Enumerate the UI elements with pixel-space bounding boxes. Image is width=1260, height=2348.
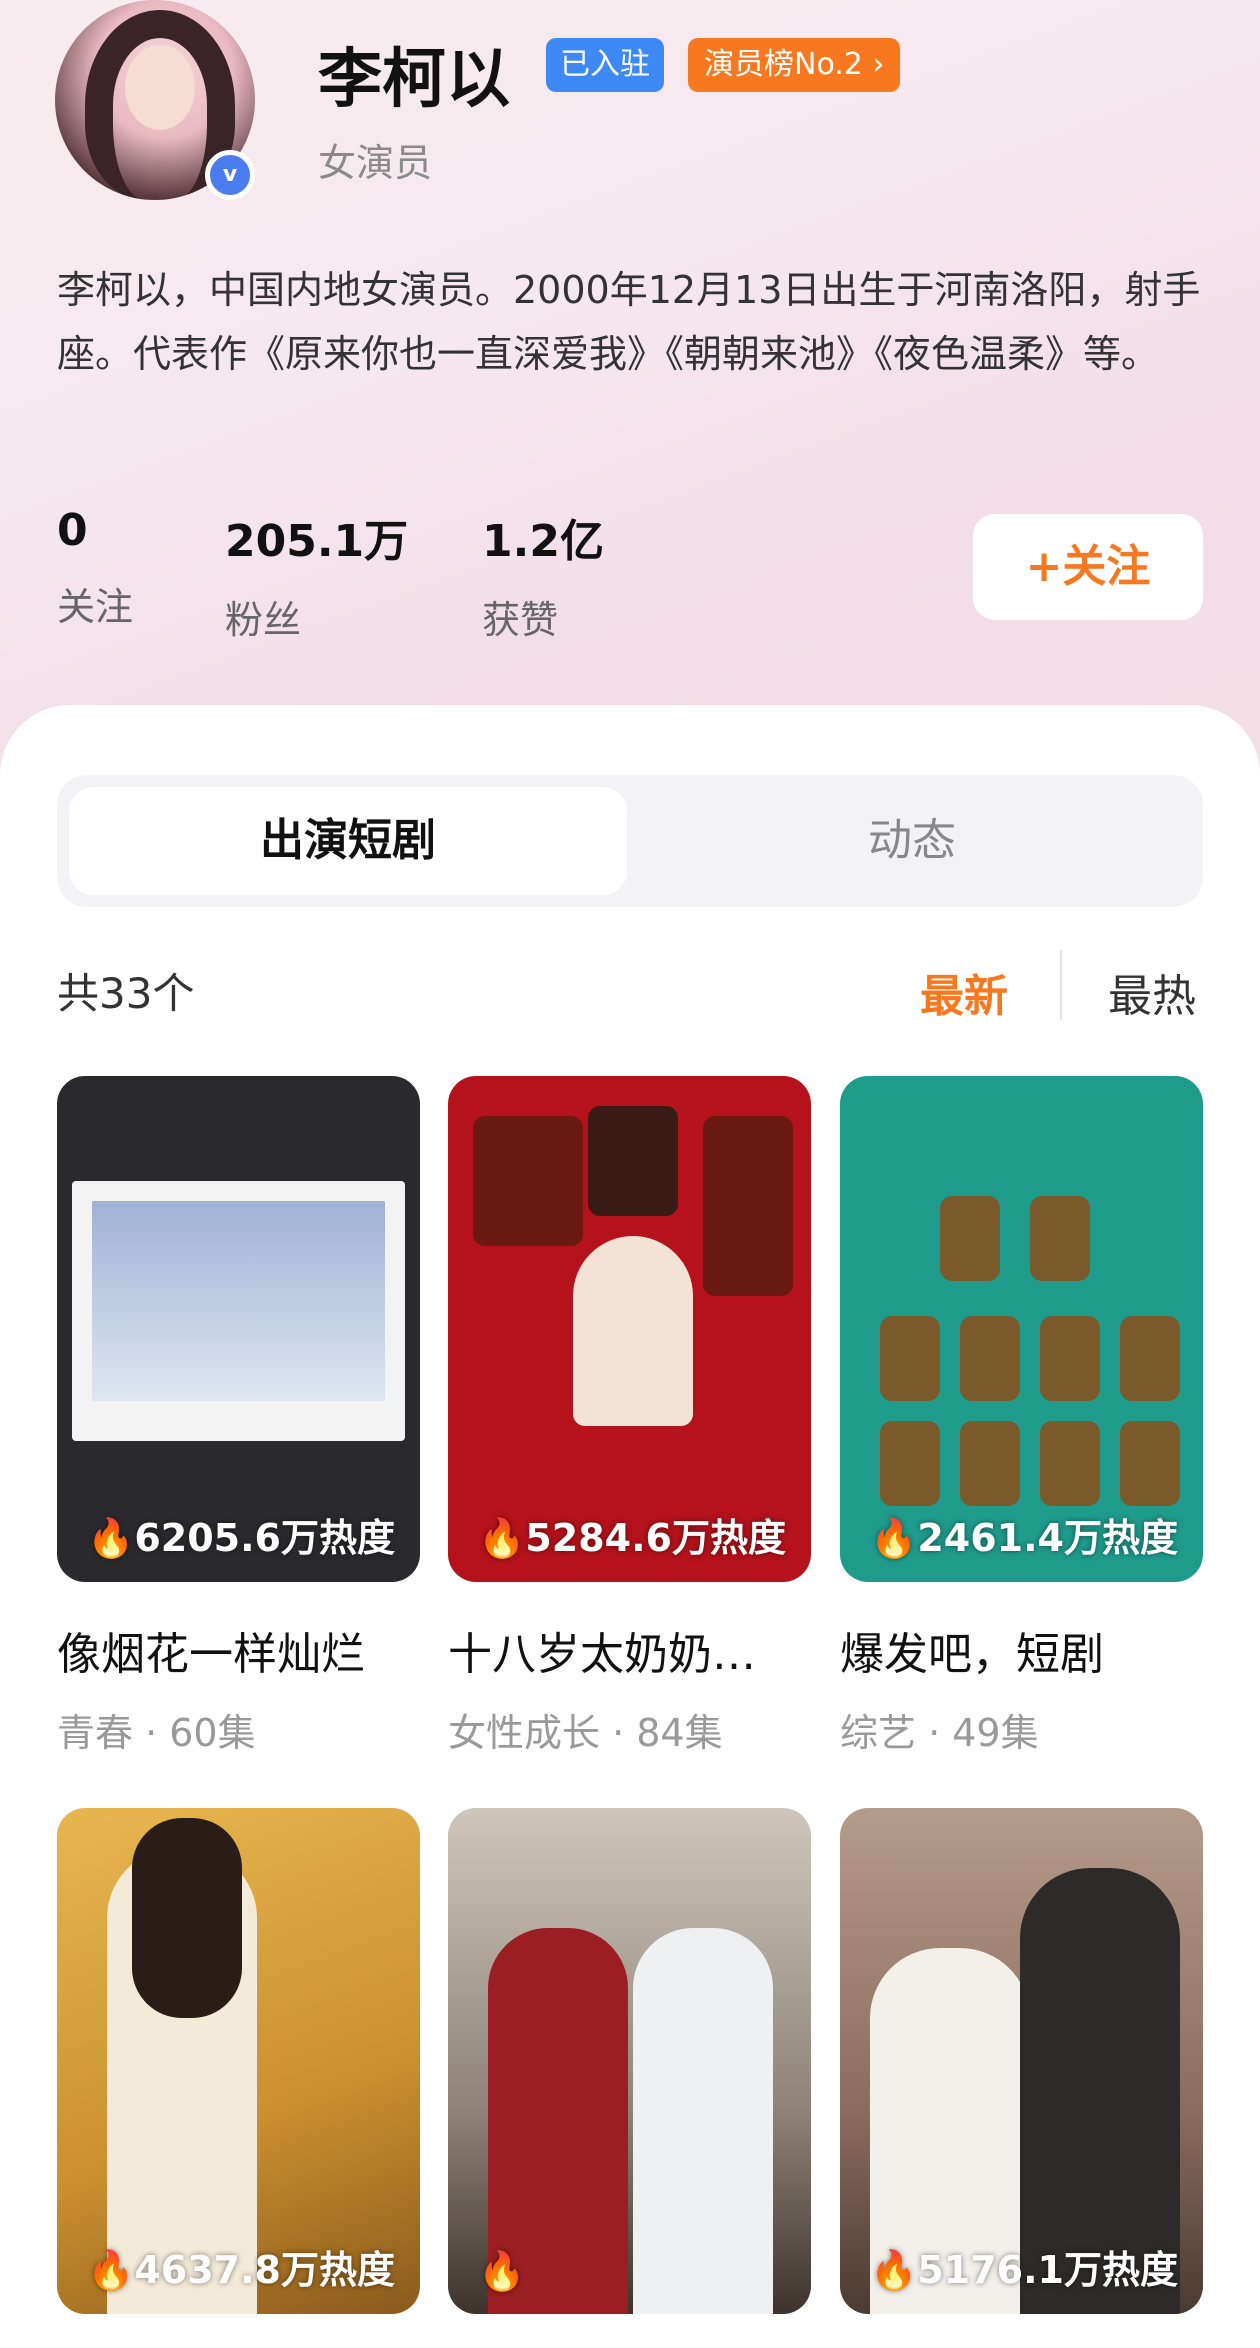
verified-icon: v bbox=[205, 150, 255, 200]
drama-title[interactable]: 十八岁太奶奶… bbox=[448, 1618, 811, 1682]
stat-label: 关注 bbox=[57, 585, 134, 629]
stat-value: 0 bbox=[57, 505, 88, 556]
drama-poster[interactable]: 🔥5176.1万热度 bbox=[840, 1808, 1203, 2314]
drama-item[interactable]: 🔥4637.8万热度 bbox=[57, 1808, 420, 2314]
drama-heat: 🔥2461.4万热度 bbox=[870, 1516, 1178, 1560]
drama-item[interactable]: 🔥6205.6万热度 像烟花一样灿烂 青春 · 60集 bbox=[57, 1076, 420, 1757]
drama-heat: 🔥5284.6万热度 bbox=[478, 1516, 786, 1560]
drama-item[interactable]: 🔥5284.6万热度 十八岁太奶奶… 女性成长 · 84集 bbox=[448, 1076, 811, 1757]
profile-name: 李柯以 bbox=[318, 43, 510, 117]
drama-meta: 综艺 · 49集 bbox=[840, 1711, 1039, 1755]
stat-fans[interactable]: 205.1万 粉丝 bbox=[225, 505, 408, 644]
drama-heat: 🔥4637.8万热度 bbox=[87, 2248, 395, 2292]
sort-divider bbox=[1060, 950, 1062, 1020]
drama-heat: 🔥5176.1万热度 bbox=[870, 2248, 1178, 2292]
joined-badge: 已入驻 bbox=[546, 38, 664, 92]
stat-likes[interactable]: 1.2亿 获赞 bbox=[482, 505, 604, 644]
drama-heat: 🔥 bbox=[478, 2249, 526, 2293]
tab-dramas[interactable]: 出演短剧 bbox=[69, 787, 627, 895]
follow-button[interactable]: +关注 bbox=[973, 514, 1203, 620]
tab-bar: 出演短剧 动态 bbox=[57, 775, 1203, 907]
stat-value: 205.1万 bbox=[225, 516, 409, 567]
stat-label: 获赞 bbox=[482, 598, 559, 642]
drama-count: 共33个 bbox=[57, 969, 195, 1018]
drama-poster[interactable]: 🔥5284.6万热度 bbox=[448, 1076, 811, 1582]
drama-title[interactable]: 爆发吧，短剧 bbox=[840, 1618, 1203, 1682]
drama-poster[interactable]: 🔥6205.6万热度 bbox=[57, 1076, 420, 1582]
sort-hottest-button[interactable]: 最热 bbox=[1108, 960, 1196, 1024]
sort-newest-button[interactable]: 最新 bbox=[920, 960, 1008, 1024]
drama-item[interactable]: 🔥 bbox=[448, 1808, 811, 2314]
drama-item[interactable]: 🔥2461.4万热度 爆发吧，短剧 综艺 · 49集 bbox=[840, 1076, 1203, 1757]
drama-poster[interactable]: 🔥2461.4万热度 bbox=[840, 1076, 1203, 1582]
drama-poster[interactable]: 🔥4637.8万热度 bbox=[57, 1808, 420, 2314]
stat-following[interactable]: 0 关注 bbox=[57, 505, 133, 631]
actor-rank-badge[interactable]: 演员榜No.2 › bbox=[688, 38, 901, 92]
drama-item[interactable]: 🔥5176.1万热度 bbox=[840, 1808, 1203, 2314]
drama-meta: 女性成长 · 84集 bbox=[448, 1711, 723, 1755]
profile-role: 女演员 bbox=[318, 141, 433, 185]
drama-heat: 🔥6205.6万热度 bbox=[87, 1516, 395, 1560]
avatar[interactable]: v bbox=[55, 0, 260, 200]
profile-bio: 李柯以，中国内地女演员。2000年12月13日出生于河南洛阳，射手座。代表作《原… bbox=[57, 268, 1201, 376]
stat-value: 1.2亿 bbox=[482, 516, 604, 567]
drama-title[interactable]: 像烟花一样灿烂 bbox=[57, 1618, 420, 1682]
tab-posts[interactable]: 动态 bbox=[633, 787, 1191, 895]
drama-meta: 青春 · 60集 bbox=[57, 1711, 256, 1755]
stat-label: 粉丝 bbox=[225, 598, 302, 642]
drama-poster[interactable]: 🔥 bbox=[448, 1808, 811, 2314]
